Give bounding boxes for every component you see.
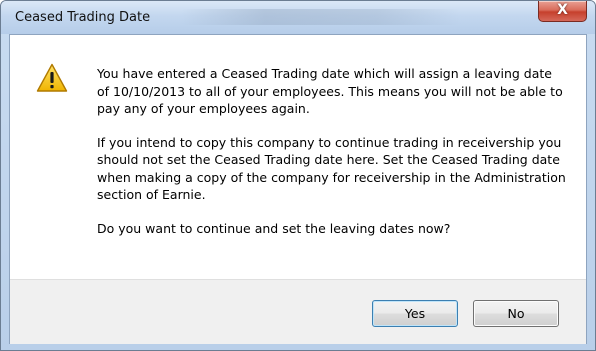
- confirmation-question: Do you want to continue and set the leav…: [97, 220, 451, 236]
- dialog-content: You have entered a Ceased Trading date w…: [9, 34, 587, 344]
- window-title: Ceased Trading Date: [15, 10, 151, 25]
- no-button[interactable]: No: [473, 300, 559, 327]
- yes-button[interactable]: Yes: [372, 300, 458, 327]
- message-paragraph: You have entered a Ceased Trading date w…: [97, 66, 563, 116]
- close-icon: X: [557, 2, 568, 18]
- button-bar: Yes No: [10, 279, 586, 344]
- window-frame-bottom: [1, 343, 595, 350]
- close-button[interactable]: X: [538, 1, 587, 22]
- title-bar[interactable]: Ceased Trading Date X: [1, 1, 595, 34]
- message-paragraph: If you intend to copy this company to co…: [97, 134, 566, 203]
- warning-icon: [36, 63, 68, 93]
- message-text: You have entered a Ceased Trading date w…: [97, 65, 567, 253]
- ceased-trading-dialog: Ceased Trading Date X You have entered a…: [0, 0, 596, 351]
- background-window-ghost: [181, 9, 461, 25]
